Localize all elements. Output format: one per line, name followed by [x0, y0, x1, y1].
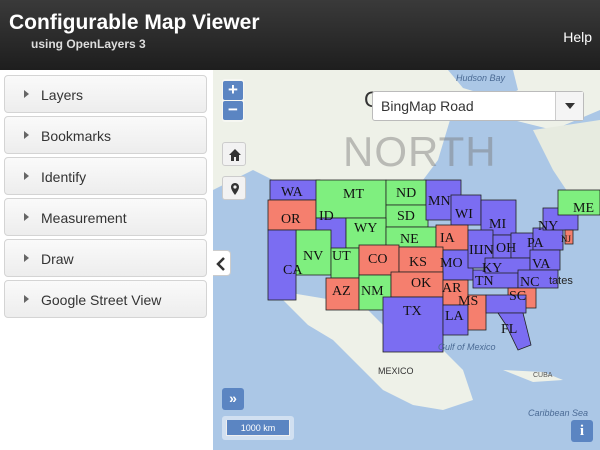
state-label-tn: TN [475, 274, 494, 289]
label-states-fragment: tates [549, 275, 573, 287]
state-label-ia: IA [440, 231, 456, 246]
scale-bar-label: 1000 km [226, 420, 290, 436]
state-label-ut: UT [332, 249, 351, 264]
zoom-in-button[interactable]: + [223, 81, 243, 100]
panel-draw[interactable]: Draw [4, 239, 207, 277]
app-title: Configurable Map Viewer [9, 11, 260, 34]
caret-down-icon [565, 103, 575, 109]
basemap-select-toggle[interactable] [555, 92, 583, 120]
state-label-tx: TX [403, 304, 422, 319]
app-header: Configurable Map Viewer using OpenLayers… [0, 0, 600, 70]
sidebar: Layers Bookmarks Identify Measurement Dr… [0, 70, 213, 450]
state-label-ca: CA [283, 263, 303, 278]
caret-right-icon [24, 172, 29, 180]
state-label-oh: OH [496, 241, 516, 256]
map-canvas[interactable]: WA OR MT ID ND SD WY NE MN WI IA MI NV U… [213, 70, 600, 450]
panel-bookmarks[interactable]: Bookmarks [4, 116, 207, 154]
caret-right-icon [24, 131, 29, 139]
state-label-ok: OK [411, 276, 431, 291]
panel-google-street-view[interactable]: Google Street View [4, 280, 207, 318]
caret-right-icon [24, 90, 29, 98]
chevron-left-icon [216, 257, 225, 271]
state-label-mn: MN [428, 194, 451, 209]
state-label-ne: NE [400, 232, 419, 247]
state-label-ky: KY [482, 261, 502, 276]
zoom-out-button[interactable]: − [223, 101, 243, 120]
state-label-nd: ND [396, 186, 416, 201]
panel-label: Layers [41, 87, 84, 103]
scale-bar: 1000 km [222, 416, 294, 440]
locate-button[interactable] [222, 176, 246, 200]
home-icon [229, 149, 241, 161]
caret-right-icon [24, 295, 29, 303]
panel-label: Measurement [41, 210, 127, 226]
state-label-mo: MO [440, 256, 463, 271]
home-button[interactable] [222, 142, 246, 166]
state-label-id: ID [319, 209, 334, 224]
state-label-nm: NM [361, 284, 384, 299]
state-label-la: LA [445, 309, 465, 324]
basemap-select-value: BingMap Road [381, 98, 474, 114]
map-basemap: WA OR MT ID ND SD WY NE MN WI IA MI NV U… [213, 70, 600, 410]
label-mexico: MEXICO [378, 366, 414, 376]
state-label-az: AZ [332, 284, 351, 299]
label-caribbean-sea: Caribbean Sea [528, 408, 589, 418]
state-label-ms: MS [458, 294, 478, 309]
state-label-ny: NY [538, 219, 558, 234]
label-cuba: CUBA [533, 372, 553, 379]
info-button[interactable]: i [571, 420, 593, 442]
state-label-nj: NJ [561, 234, 571, 244]
state-label-fl: FL [501, 322, 517, 337]
help-link[interactable]: Help [563, 29, 592, 45]
state-label-mt: MT [343, 187, 364, 202]
sidebar-collapse-button[interactable] [213, 250, 231, 276]
north-watermark: NORTH [343, 128, 497, 175]
panel-label: Bookmarks [41, 128, 112, 144]
state-label-co: CO [368, 252, 387, 267]
state-label-nc: NC [520, 275, 539, 290]
panel-label: Draw [41, 251, 74, 267]
state-label-in: IN [479, 243, 494, 258]
state-label-me: ME [573, 201, 594, 216]
state-label-wy: WY [354, 221, 377, 236]
caret-right-icon [24, 254, 29, 262]
basemap-select[interactable]: BingMap Road [372, 91, 584, 121]
label-gulf-of-mexico: Gulf of Mexico [438, 342, 496, 352]
panel-measurement[interactable]: Measurement [4, 198, 207, 236]
state-label-wa: WA [281, 185, 304, 200]
app-subtitle: using OpenLayers 3 [31, 37, 146, 51]
state-label-ks: KS [409, 255, 427, 270]
state-label-mi: MI [489, 217, 506, 232]
state-label-or: OR [281, 212, 301, 227]
panel-label: Google Street View [41, 292, 162, 308]
state-label-nv: NV [303, 249, 323, 264]
state-label-va: VA [532, 257, 551, 272]
map-marker-icon [231, 183, 239, 195]
panel-layers[interactable]: Layers [4, 75, 207, 113]
caret-right-icon [24, 213, 29, 221]
state-label-sd: SD [397, 209, 415, 224]
overview-map-button[interactable]: » [222, 388, 244, 410]
label-hudson-bay: Hudson Bay [456, 73, 506, 83]
state-label-sc: SC [509, 289, 526, 304]
panel-label: Identify [41, 169, 87, 185]
state-label-pa: PA [527, 236, 545, 251]
zoom-controls: + − [222, 79, 244, 122]
state-label-wi: WI [455, 207, 473, 222]
panel-identify[interactable]: Identify [4, 157, 207, 195]
